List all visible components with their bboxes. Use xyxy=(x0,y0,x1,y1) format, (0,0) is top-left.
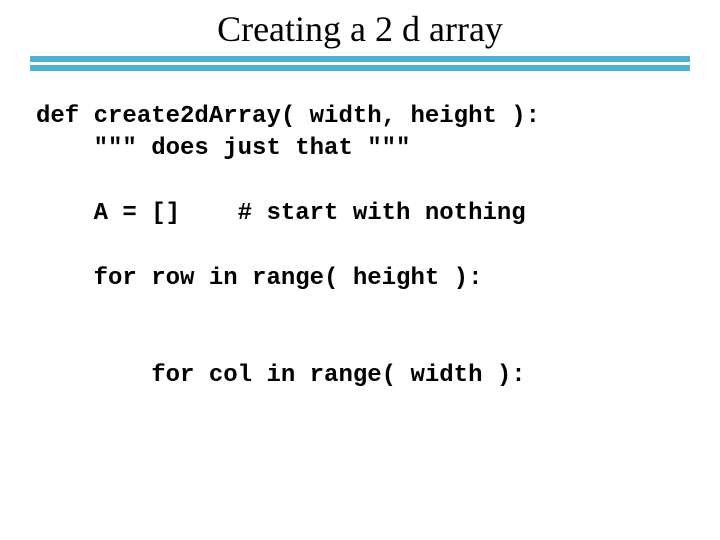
code-line: for col in range( width ): xyxy=(36,362,526,389)
code-line: """ does just that """ xyxy=(36,135,410,162)
title-underline xyxy=(30,56,690,71)
slide: Creating a 2 d array def create2dArray( … xyxy=(0,0,720,540)
slide-title: Creating a 2 d array xyxy=(0,0,720,56)
code-block: def create2dArray( width, height ): """ … xyxy=(0,71,720,393)
code-line: for row in range( height ): xyxy=(36,265,482,292)
code-line: A = [] # start with nothing xyxy=(36,200,526,227)
code-line: def create2dArray( width, height ): xyxy=(36,103,540,130)
